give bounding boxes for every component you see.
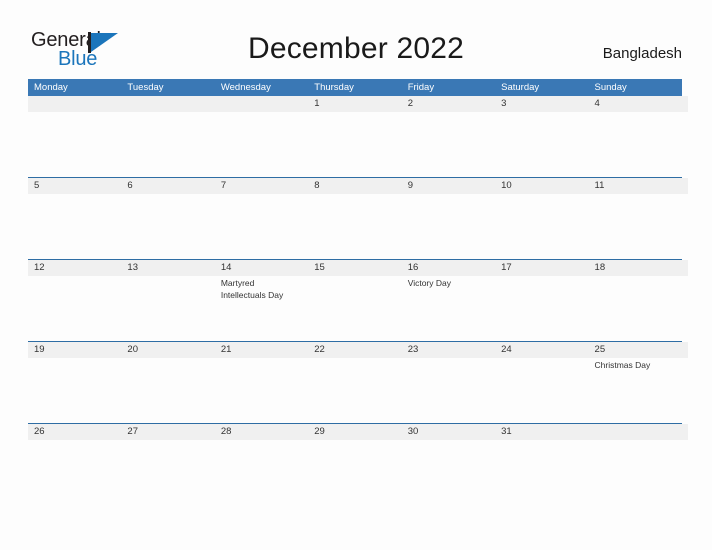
calendar-day-cell[interactable]: 17 (495, 260, 588, 341)
page-header: General Blue December 2022 Bangladesh (0, 0, 712, 78)
day-number: 29 (314, 426, 325, 437)
day-number: 24 (501, 344, 512, 355)
calendar-day-cell[interactable]: 15 (308, 260, 401, 341)
calendar-day-cell[interactable]: 27 (121, 424, 214, 505)
calendar-weeks: 1 2 3 4 5 6 7 8 9 10 11 12 13 14 Martyred Intellectuals… (28, 96, 688, 505)
day-number: 3 (501, 98, 507, 109)
day-number: 30 (407, 426, 419, 437)
day-number: 5 (34, 180, 40, 191)
day-number: 31 (501, 426, 512, 437)
calendar-day-cell[interactable]: 24 (495, 342, 588, 423)
calendar-grid: Monday Tuesday Wednesday Thursday Friday Satu… (28, 79, 688, 505)
day-number: 4 (594, 98, 600, 109)
calendar-week-row: 1 2 3 4 (28, 96, 688, 177)
day-number: 25 (594, 344, 606, 355)
calendar-day-cell[interactable]: 21 (215, 342, 308, 423)
weekday-header-wednesday: Wednesday (220, 82, 271, 93)
week-cells: 1 2 3 4 (28, 96, 682, 177)
week-cells: 26 27 28 29 30 31 (28, 424, 682, 505)
calendar-day-cell[interactable]: 1 (308, 96, 401, 177)
calendar-day-cell[interactable]: 25 Christmas Day (589, 342, 682, 423)
holiday-label: Martyred (220, 278, 255, 288)
day-number: 28 (220, 426, 232, 437)
calendar-day-cell[interactable]: 6 (121, 178, 214, 259)
calendar-day-cell[interactable]: 11 (589, 178, 682, 259)
calendar-day-cell[interactable]: 9 (402, 178, 495, 259)
calendar-cell-empty (121, 96, 214, 177)
weekday-header-saturday: Saturday (501, 82, 540, 93)
day-number: 21 (220, 344, 232, 355)
calendar-day-cell[interactable]: 16 Victory Day (402, 260, 495, 341)
holiday-label: Intellectuals Day (220, 289, 284, 300)
day-events: Christmas Day (595, 358, 682, 372)
calendar-page: General Blue December 2022 Bangladesh Mo… (0, 0, 712, 550)
calendar-day-cell[interactable]: 7 (215, 178, 308, 259)
calendar-week-row: 26 27 28 29 30 31 (28, 423, 688, 505)
calendar-day-cell[interactable]: 22 (308, 342, 401, 423)
calendar-day-cell[interactable]: 29 (308, 424, 401, 505)
calendar-day-cell[interactable]: 5 (28, 178, 121, 259)
day-number: 1 (314, 98, 320, 109)
week-cells: 19 20 21 22 23 24 25 Christmas Day (28, 342, 682, 423)
day-number: 2 (407, 98, 413, 109)
calendar-cell-empty (589, 424, 682, 505)
day-events: Martyred Intellectuals Day (221, 276, 308, 301)
week-cells: 5 6 7 8 9 10 11 (28, 178, 682, 259)
weekday-header-row: Monday Tuesday Wednesday Thursday Friday Satu… (28, 79, 682, 96)
calendar-day-cell[interactable]: 14 Martyred Intellectuals Day (215, 260, 308, 341)
day-number: 7 (220, 180, 227, 191)
calendar-day-cell[interactable]: 19 (28, 342, 121, 423)
calendar-day-cell[interactable]: 4 (589, 96, 682, 177)
weekday-header-friday: Friday (407, 82, 435, 93)
weekday-header-monday: Monday (34, 82, 68, 93)
calendar-day-cell[interactable]: 31 (495, 424, 588, 505)
day-number: 26 (34, 426, 45, 437)
day-number: 6 (127, 180, 133, 191)
day-number: 13 (127, 262, 138, 273)
calendar-cell-empty (215, 96, 308, 177)
calendar-week-row: 5 6 7 8 9 10 11 (28, 177, 688, 259)
weekday-header-sunday: Sunday (594, 82, 627, 93)
calendar-day-cell[interactable]: 28 (215, 424, 308, 505)
day-number: 9 (407, 180, 413, 191)
day-number: 14 (220, 262, 232, 273)
day-number: 23 (407, 344, 419, 355)
day-number: 27 (127, 426, 138, 437)
holiday-label: Victory Day (407, 278, 451, 288)
weekday-header-thursday: Thursday (314, 82, 354, 93)
holiday-label: Christmas Day (594, 360, 651, 370)
day-number: 15 (314, 262, 325, 273)
country-label: Bangladesh (602, 45, 682, 62)
calendar-week-row: 12 13 14 Martyred Intellectuals Day 15 16 Victo… (28, 259, 688, 341)
calendar-day-cell[interactable]: 13 (121, 260, 214, 341)
day-number: 16 (407, 262, 419, 273)
calendar-day-cell[interactable]: 2 (402, 96, 495, 177)
week-cells: 12 13 14 Martyred Intellectuals Day 15 16 Victo… (28, 260, 682, 341)
day-number: 10 (501, 180, 512, 191)
calendar-day-cell[interactable]: 26 (28, 424, 121, 505)
calendar-day-cell[interactable]: 3 (495, 96, 588, 177)
day-number: 20 (127, 344, 138, 355)
calendar-day-cell[interactable]: 18 (589, 260, 682, 341)
day-number: 18 (594, 262, 606, 273)
day-number: 22 (314, 344, 325, 355)
day-number: 19 (34, 344, 45, 355)
calendar-day-cell[interactable]: 8 (308, 178, 401, 259)
day-number: 17 (501, 262, 512, 273)
weekday-header-tuesday: Tuesday (127, 82, 164, 93)
calendar-cell-empty (28, 96, 121, 177)
calendar-day-cell[interactable]: 30 (402, 424, 495, 505)
day-number: 11 (594, 180, 605, 191)
calendar-day-cell[interactable]: 23 (402, 342, 495, 423)
day-events: Victory Day (408, 276, 495, 290)
day-number: 12 (34, 262, 45, 273)
calendar-week-row: 19 20 21 22 23 24 25 Christmas Day (28, 341, 688, 423)
day-number: 8 (314, 180, 320, 191)
calendar-day-cell[interactable]: 10 (495, 178, 588, 259)
calendar-day-cell[interactable]: 12 (28, 260, 121, 341)
calendar-day-cell[interactable]: 20 (121, 342, 214, 423)
